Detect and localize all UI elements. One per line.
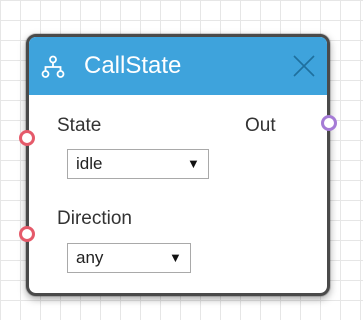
state-select-value: idle	[76, 154, 103, 173]
callstate-node[interactable]: CallState State Out idle ▼ Direction any…	[26, 34, 330, 296]
state-input-port[interactable]	[19, 130, 35, 146]
close-icon[interactable]	[291, 53, 317, 79]
chevron-down-icon: ▼	[187, 156, 200, 171]
node-header[interactable]: CallState	[29, 37, 327, 95]
state-label: State	[57, 115, 102, 136]
out-output-port[interactable]	[321, 115, 337, 131]
node-title: CallState	[84, 52, 182, 79]
direction-input-port[interactable]	[19, 226, 35, 242]
out-label: Out	[245, 115, 276, 136]
state-select[interactable]: idle ▼	[67, 149, 209, 179]
chevron-down-icon: ▼	[169, 250, 182, 265]
direction-label: Direction	[57, 208, 132, 229]
direction-select-value: any	[76, 248, 104, 267]
network-icon	[41, 55, 65, 78]
direction-select[interactable]: any ▼	[67, 243, 191, 273]
